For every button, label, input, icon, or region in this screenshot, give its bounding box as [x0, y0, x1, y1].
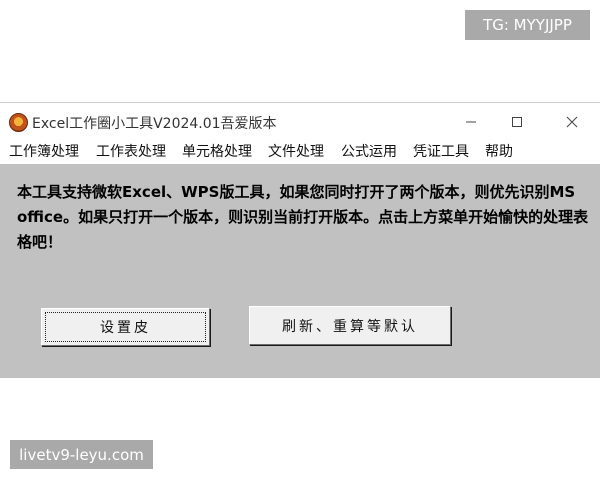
screenshot: TG: MYYJJPP Excel工作圈小工具V2024.01吾爱版本 工作簿处…: [0, 0, 600, 480]
set-skin-button[interactable]: 设置皮: [41, 308, 210, 346]
menu-bar: 工作簿处理 工作表处理 单元格处理 文件处理 公式运用 凭证工具 帮助: [0, 140, 600, 164]
menu-voucher[interactable]: 凭证工具: [413, 140, 469, 164]
refresh-recalc-button[interactable]: 刷新、重算等默认: [249, 306, 451, 345]
menu-workbook[interactable]: 工作簿处理: [9, 140, 79, 164]
menu-worksheet[interactable]: 工作表处理: [96, 140, 166, 164]
window-title: Excel工作圈小工具V2024.01吾爱版本: [32, 116, 277, 132]
main-panel: 本工具支持微软Excel、WPS版工具，如果您同时打开了两个版本，则优先识别MS…: [0, 164, 600, 378]
tg-label: TG: MYYJJPP: [465, 10, 590, 40]
title-bar[interactable]: Excel工作圈小工具V2024.01吾爱版本: [0, 102, 600, 140]
close-button[interactable]: [549, 103, 595, 141]
notice-text: 本工具支持微软Excel、WPS版工具，如果您同时打开了两个版本，则优先识别MS…: [17, 183, 589, 251]
minimize-button[interactable]: [448, 103, 494, 141]
maximize-icon: [512, 117, 522, 127]
app-logo-icon: [9, 113, 28, 132]
menu-file[interactable]: 文件处理: [268, 140, 324, 164]
menu-help[interactable]: 帮助: [485, 140, 513, 164]
watermark-label: livetv9-leyu.com: [10, 440, 153, 469]
maximize-button[interactable]: [494, 103, 540, 141]
minimize-icon: [466, 121, 476, 123]
menu-formula[interactable]: 公式运用: [341, 140, 397, 164]
menu-cell[interactable]: 单元格处理: [182, 140, 252, 164]
close-icon: [566, 116, 578, 128]
app-window: Excel工作圈小工具V2024.01吾爱版本 工作簿处理 工作表处理 单元格处…: [0, 102, 600, 378]
